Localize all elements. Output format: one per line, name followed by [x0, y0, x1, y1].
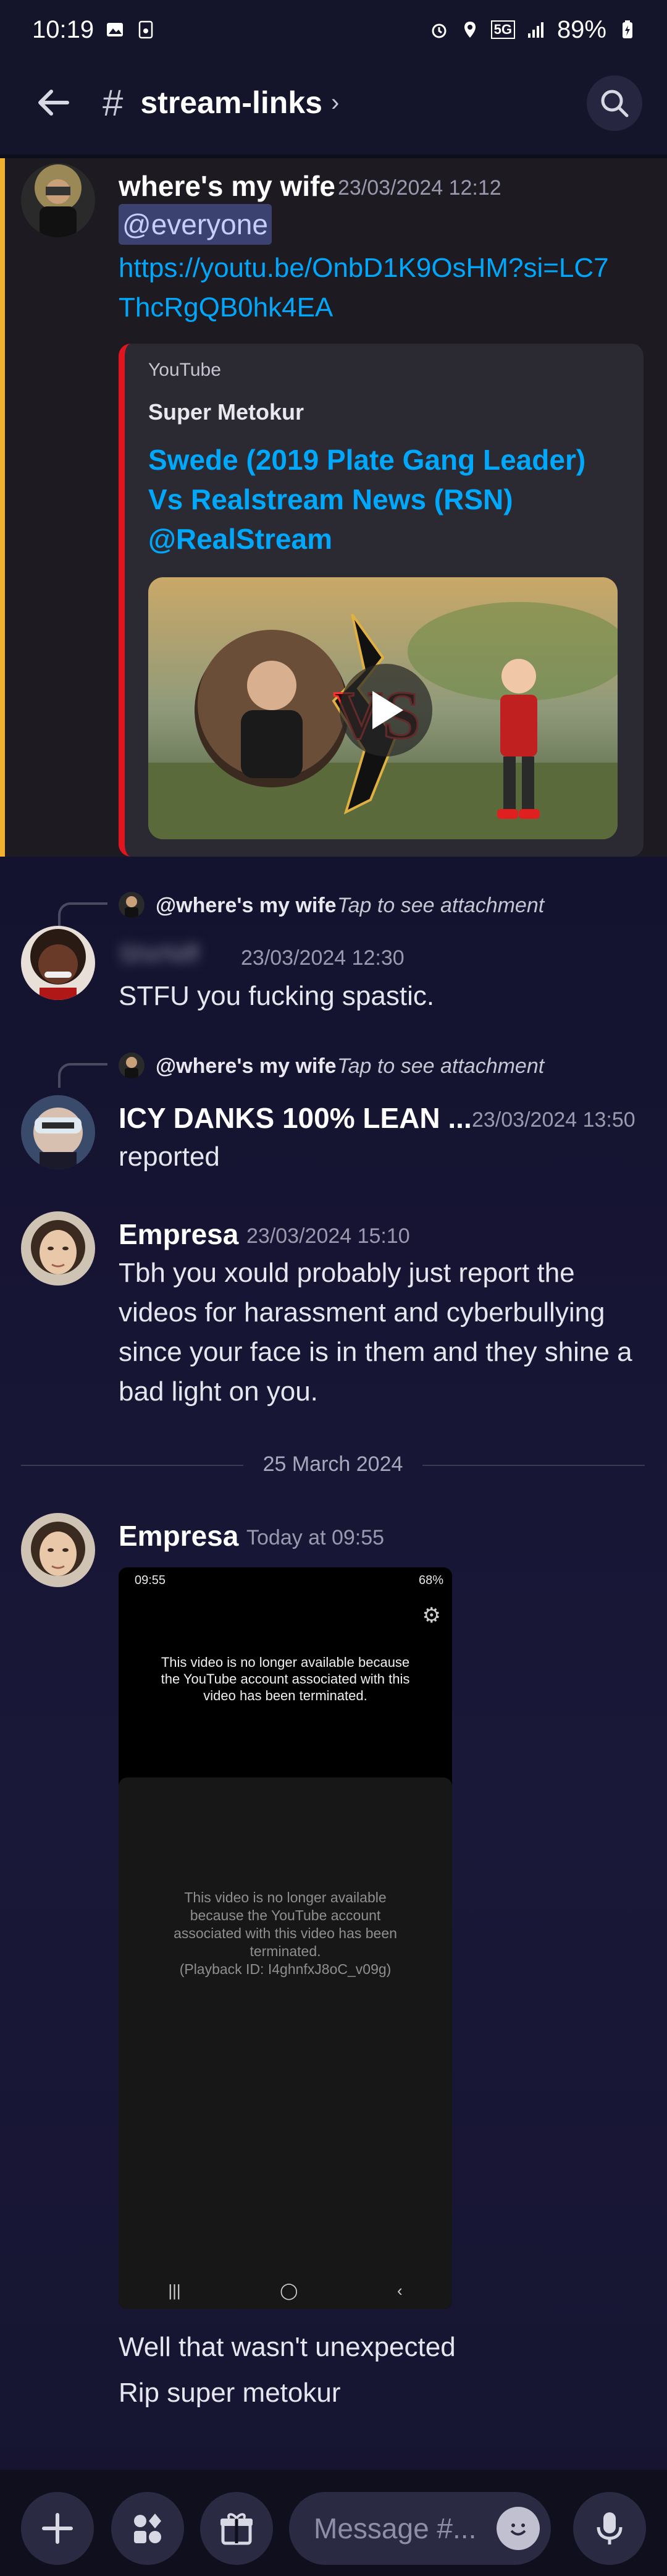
reply-target-name[interactable]: @where's my wife: [156, 1054, 337, 1078]
reply-attachment-hint[interactable]: Tap to see attachment: [337, 894, 544, 918]
embed-author[interactable]: Super Metokur: [148, 399, 304, 425]
message-timestamp: 23/03/2024 12:12: [338, 176, 501, 200]
location-icon: [464, 22, 476, 38]
channel-header: # stream-links ›: [0, 59, 667, 146]
attachment-status-bar: 09:55 68%: [135, 1574, 443, 1588]
channel-hash-icon: #: [103, 82, 124, 124]
attachment-time: 09:55: [135, 1574, 166, 1587]
message-text: Tbh you xould probably just report the v…: [119, 1258, 632, 1407]
gallery-icon: [107, 23, 124, 36]
message-composer: Message #...: [0, 2470, 667, 2576]
embed-title[interactable]: Swede (2019 Plate Gang Leader) Vs Realst…: [148, 440, 605, 559]
emoji-icon: [505, 2515, 532, 2542]
divider-line-right: [422, 1465, 645, 1466]
back-icon: ‹: [396, 2281, 403, 2300]
status-time: 10:19: [32, 15, 94, 43]
channel-title[interactable]: stream-links: [140, 85, 322, 121]
message-input[interactable]: Message #...: [289, 2492, 551, 2565]
plus-icon: [42, 2513, 73, 2544]
battery-level: 89%: [556, 15, 606, 43]
add-attachment-button[interactable]: [21, 2492, 94, 2565]
gear-icon: ⚙: [422, 1604, 441, 1627]
chevron-right-icon[interactable]: ›: [331, 89, 339, 117]
apps-button[interactable]: [111, 2492, 184, 2565]
attachment-notice: This video is no longer available becaus…: [161, 1654, 410, 1703]
message-timestamp: 23/03/2024 15:10: [246, 1224, 410, 1248]
attachment-notice-detail: This video is no longer available becaus…: [156, 1889, 415, 1978]
embed-provider[interactable]: YouTube: [148, 360, 221, 381]
gift-button[interactable]: [200, 2492, 273, 2565]
microphone-icon: [597, 2512, 623, 2544]
message-text: reported: [119, 1142, 220, 1172]
mention-everyone[interactable]: @everyone: [119, 204, 272, 245]
alarm-icon: [432, 23, 447, 38]
voice-message-button[interactable]: [573, 2492, 646, 2565]
attachment-notice-text: This video is no longer available becaus…: [174, 1889, 397, 1959]
screenshot-attachment[interactable]: 09:55 68% ⚙ This video is no longer avai…: [119, 1567, 452, 2309]
message-author[interactable]: Empresa: [119, 1519, 238, 1553]
signal-icon: [527, 22, 543, 38]
play-button[interactable]: [340, 664, 432, 756]
message-text-line-2: Rip super metokur: [119, 2378, 341, 2408]
recent-apps-icon: |||: [168, 2281, 181, 2300]
attachment-video-panel: [119, 1777, 452, 2309]
reply-avatar: [119, 1053, 145, 1078]
battery-icon: [623, 20, 632, 38]
apps-icon: [134, 2514, 161, 2543]
play-icon: [372, 691, 403, 729]
attachment-battery: 68%: [418, 1574, 443, 1587]
message-author[interactable]: where's my wife: [119, 169, 335, 203]
reply-target-name[interactable]: @where's my wife: [156, 894, 337, 918]
reply-connector: [58, 1063, 107, 1088]
search-button[interactable]: [587, 75, 642, 131]
message-link[interactable]: https://youtu.be/OnbD1K9OsHM?si=LC7ThcRg…: [119, 248, 613, 328]
attachment-nav-bar: ||| ◯ ‹: [119, 2281, 452, 2300]
message-timestamp: 23/03/2024 12:30: [241, 946, 405, 970]
gift-icon: [220, 2513, 253, 2545]
date-divider: 25 March 2024: [21, 1450, 645, 1481]
attachment-playback-id: (Playback ID: I4ghnfxJ8oC_v09g): [179, 1961, 392, 1977]
reply-attachment-hint[interactable]: Tap to see attachment: [337, 1054, 544, 1078]
message-author-blurred[interactable]: ShirNiff: [119, 941, 199, 968]
notification-icon: [138, 20, 153, 39]
message-timestamp: Today at 09:55: [246, 1526, 385, 1549]
message-author[interactable]: Empresa: [119, 1218, 238, 1251]
home-icon: ◯: [280, 2281, 298, 2300]
message-timestamp: 23/03/2024 13:50: [472, 1108, 636, 1132]
message-author[interactable]: ICY DANKS 100% LEAN ...: [119, 1101, 472, 1135]
reply-connector: [58, 902, 107, 927]
message-text: STFU you fucking spastic.: [119, 981, 435, 1011]
status-right: 5G 89%: [429, 16, 637, 44]
message-text-line-1: Well that wasn't unexpected: [119, 2332, 456, 2362]
avatar-user-2[interactable]: [21, 926, 95, 1000]
video-thumbnail[interactable]: VS: [148, 577, 618, 839]
emoji-button[interactable]: [497, 2507, 540, 2550]
avatar-empresa[interactable]: [21, 1211, 95, 1286]
message-input-placeholder: Message #...: [314, 2512, 477, 2544]
reply-avatar: [119, 892, 145, 918]
search-icon: [601, 90, 629, 117]
status-bar: 10:19 5G 89%: [0, 0, 667, 59]
arrow-left-icon: [38, 90, 69, 116]
network-type: 5G: [490, 20, 515, 39]
youtube-embed: YouTube Super Metokur Swede (2019 Plate …: [119, 344, 644, 857]
avatar-wheres-my-wife[interactable]: [21, 163, 95, 237]
avatar-empresa[interactable]: [21, 1513, 95, 1587]
back-button[interactable]: [31, 81, 74, 124]
avatar-icy-danks[interactable]: [21, 1095, 95, 1169]
status-left: 10:19: [32, 16, 156, 44]
